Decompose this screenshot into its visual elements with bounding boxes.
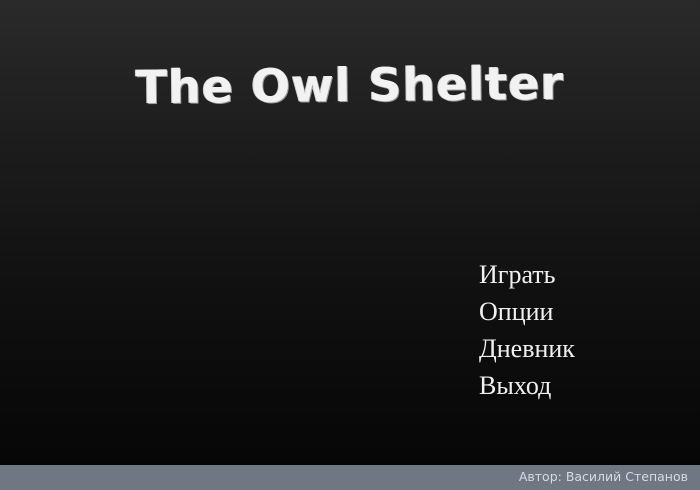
main-menu-screen: The Owl Shelter Играть Опции Дневник Вых… <box>0 0 700 490</box>
author-credit: Автор: Василий Степанов <box>518 469 688 484</box>
menu-item-play[interactable]: Играть <box>479 256 575 293</box>
footer-bar: Автор: Василий Степанов <box>0 465 700 490</box>
game-title: The Owl Shelter <box>135 55 565 115</box>
menu-item-exit[interactable]: Выход <box>479 367 575 404</box>
menu-item-diary[interactable]: Дневник <box>479 330 575 367</box>
main-menu: Играть Опции Дневник Выход <box>479 256 575 404</box>
menu-item-options[interactable]: Опции <box>479 293 575 330</box>
